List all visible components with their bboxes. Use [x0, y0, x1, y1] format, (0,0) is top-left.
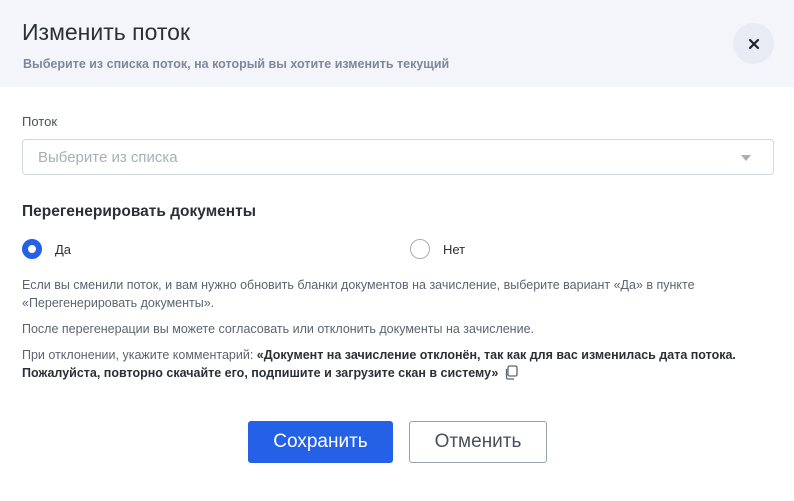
change-stream-dialog: Изменить поток Выберите из списка поток,…	[0, 0, 794, 501]
close-button[interactable]	[733, 23, 774, 64]
info-paragraph-regenerate: Если вы сменили поток, и вам нужно обнов…	[22, 278, 695, 310]
stream-select-placeholder: Выберите из списка	[38, 149, 178, 166]
info-paragraph-rejection: При отклонении, укажите комментарий: «До…	[22, 346, 772, 385]
close-icon	[748, 38, 759, 49]
radio-option-no[interactable]: Нет	[410, 239, 465, 259]
dialog-title: Изменить поток	[22, 19, 191, 45]
regenerate-section-title: Перегенерировать документы	[22, 203, 256, 220]
save-button[interactable]: Сохранить	[248, 421, 393, 463]
radio-checked-icon	[22, 239, 42, 259]
chevron-down-icon	[741, 155, 751, 161]
radio-option-yes[interactable]: Да	[22, 239, 71, 259]
radio-label-no: Нет	[443, 241, 466, 257]
copy-icon[interactable]	[504, 365, 518, 385]
dialog-header: Изменить поток Выберите из списка поток,…	[0, 0, 794, 87]
rejection-comment-prefix: При отклонении, укажите комментарий:	[22, 348, 257, 362]
dialog-subtitle: Выберите из списка поток, на который вы …	[23, 57, 450, 71]
stream-select[interactable]: Выберите из списка	[22, 139, 774, 175]
cancel-button[interactable]: Отменить	[409, 421, 547, 463]
radio-label-yes: Да	[55, 241, 72, 257]
stream-field-label: Поток	[22, 114, 58, 129]
info-paragraph-after-regeneration: После перегенерации вы можете согласоват…	[22, 322, 534, 336]
radio-unchecked-icon	[410, 239, 430, 259]
